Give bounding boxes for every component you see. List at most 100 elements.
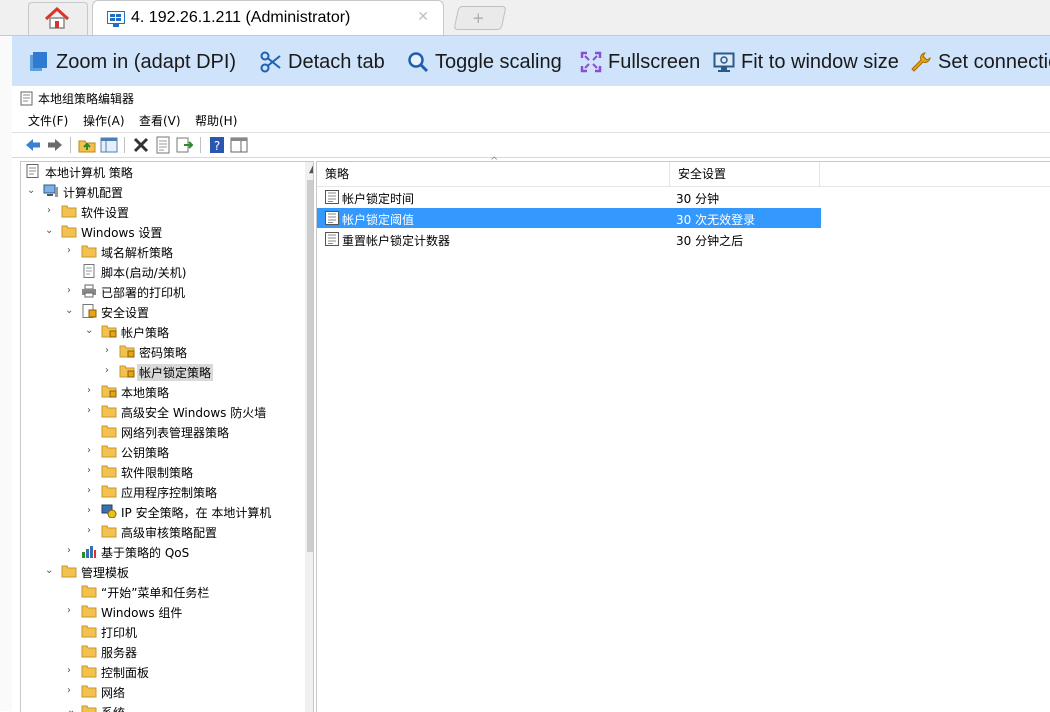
menu-file[interactable]: 文件(F) — [28, 112, 68, 129]
script-doc-icon — [83, 264, 95, 278]
policy-name: 帐户锁定阈值 — [342, 213, 415, 227]
lock-folder-icon — [101, 325, 117, 338]
fit-window-label: Fit to window size — [741, 51, 899, 73]
detach-tab-label: Detach tab — [288, 51, 385, 73]
toolbar-separator — [70, 137, 71, 153]
remote-toolbar: Zoom in (adapt DPI) Detach tab Toggle sc… — [12, 36, 1050, 86]
policy-row[interactable]: 帐户锁定时间 30 分钟 — [317, 187, 821, 207]
security-icon — [82, 304, 97, 318]
policy-doc-icon — [20, 91, 33, 106]
menu-bar: 文件(F) 操作(A) 查看(V) 帮助(H) — [12, 110, 1050, 130]
toolbar-separator — [124, 137, 125, 153]
chevron-down-icon[interactable]: ⌄ — [45, 225, 55, 237]
forward-icon[interactable] — [46, 136, 64, 154]
chevron-right-icon[interactable]: › — [67, 665, 77, 677]
tree-label: 高级安全 Windows 防火墙 — [121, 406, 267, 420]
console-tree: 本地计算机 策略 ⌄ 计算机配置 › 软件设置 ⌄ Windows 设置 › 域… — [20, 161, 314, 712]
folder-icon — [81, 685, 97, 698]
tree-label: 帐户锁定策略 — [137, 364, 214, 381]
show-hide-tree-icon[interactable] — [100, 136, 118, 154]
tree-label: 已部署的打印机 — [101, 286, 186, 300]
up-folder-icon[interactable] — [78, 136, 96, 154]
chevron-right-icon[interactable]: › — [87, 485, 97, 497]
tree-label: IP 安全策略，在 本地计算机 — [121, 506, 272, 520]
bar-chart-icon — [82, 546, 96, 558]
policy-row[interactable]: 帐户锁定阈值 30 次无效登录 — [317, 208, 821, 228]
tree-label: “开始”菜单和任务栏 — [101, 586, 210, 600]
session-tab[interactable]: 4. 192.26.1.211 (Administrator) ✕ — [92, 0, 444, 37]
folder-icon — [101, 465, 117, 478]
chevron-right-icon[interactable]: › — [67, 285, 77, 297]
chevron-down-icon[interactable]: ⌄ — [27, 185, 37, 197]
plus-icon: + — [472, 9, 485, 27]
chevron-right-icon[interactable]: › — [87, 505, 97, 517]
folder-icon — [81, 625, 97, 638]
policy-name: 重置帐户锁定计数器 — [342, 234, 451, 248]
tree-label: 域名解析策略 — [101, 246, 174, 260]
delete-icon[interactable] — [132, 136, 150, 154]
tree-label: 控制面板 — [101, 666, 150, 680]
set-connection-label: Set connectio — [938, 51, 1050, 73]
column-header-policy[interactable]: 策略 — [317, 162, 670, 186]
chevron-down-icon[interactable]: ⌄ — [85, 325, 95, 337]
new-tab-button[interactable]: + — [453, 6, 507, 30]
chevron-right-icon[interactable]: › — [105, 345, 115, 357]
folder-icon — [101, 525, 117, 538]
menu-action[interactable]: 操作(A) — [83, 112, 125, 129]
wrench-icon — [911, 52, 931, 72]
chevron-right-icon[interactable]: › — [105, 365, 115, 377]
scroll-up-icon[interactable]: ▲ — [309, 164, 313, 175]
home-tab[interactable] — [28, 2, 88, 35]
chevron-right-icon[interactable]: › — [87, 445, 97, 457]
home-icon — [44, 7, 70, 29]
tree-label: 密码策略 — [139, 346, 188, 360]
folder-open-icon — [61, 565, 77, 578]
ipsec-shield-icon — [101, 504, 117, 518]
chevron-right-icon[interactable]: › — [67, 685, 77, 697]
toolbar-separator — [200, 137, 201, 153]
folder-icon — [81, 605, 97, 618]
chevron-right-icon[interactable]: › — [87, 525, 97, 537]
folder-icon — [81, 585, 97, 598]
help-icon[interactable]: ? — [208, 136, 226, 154]
chevron-right-icon[interactable]: › — [87, 385, 97, 397]
tree-scrollbar[interactable]: ▲ — [305, 162, 313, 712]
chevron-right-icon[interactable]: › — [87, 465, 97, 477]
chevron-right-icon[interactable]: › — [87, 405, 97, 417]
chevron-right-icon[interactable]: › — [67, 545, 77, 557]
chevron-down-icon[interactable]: ⌄ — [65, 305, 75, 317]
properties-icon[interactable] — [154, 136, 172, 154]
show-action-pane-icon[interactable] — [230, 136, 248, 154]
menu-view[interactable]: 查看(V) — [139, 112, 181, 129]
printer-icon — [82, 284, 96, 298]
tree-label: 软件限制策略 — [121, 466, 194, 480]
policy-setting: 30 分钟之后 — [676, 234, 744, 248]
tree-label: 打印机 — [101, 626, 138, 640]
details-pane: ^ 策略 安全设置 帐户锁定时间 30 分钟 帐户锁定阈值 30 次无效登录 重… — [316, 156, 1050, 712]
tree-label: 管理模板 — [81, 566, 130, 580]
chevron-right-icon[interactable]: › — [67, 245, 77, 257]
folder-icon — [81, 645, 97, 658]
folder-icon — [101, 425, 117, 438]
back-icon[interactable] — [24, 136, 42, 154]
chevron-down-icon[interactable]: ⌄ — [45, 565, 55, 577]
tree-label: Windows 组件 — [101, 606, 183, 620]
folder-icon — [101, 405, 117, 418]
policy-row[interactable]: 重置帐户锁定计数器 30 分钟之后 — [317, 229, 821, 249]
chevron-right-icon[interactable]: › — [47, 205, 57, 217]
menu-help[interactable]: 帮助(H) — [195, 112, 237, 129]
tree-label: 脚本(启动/关机) — [101, 266, 187, 280]
tree-label: 本地计算机 策略 — [45, 166, 133, 180]
export-list-icon[interactable] — [176, 136, 194, 154]
session-tab-title: 4. 192.26.1.211 (Administrator) — [131, 9, 351, 26]
fullscreen-icon — [580, 51, 602, 73]
scroll-thumb[interactable] — [307, 180, 313, 552]
folder-icon — [101, 445, 117, 458]
magnifier-icon — [408, 52, 429, 73]
app-title-text: 本地组策略编辑器 — [38, 92, 135, 106]
tree-label: 网络列表管理器策略 — [121, 426, 230, 440]
close-tab-icon[interactable]: ✕ — [417, 9, 429, 25]
column-header-setting[interactable]: 安全设置 — [670, 162, 820, 186]
chevron-right-icon[interactable]: › — [67, 605, 77, 617]
tree-label: 应用程序控制策略 — [121, 486, 218, 500]
